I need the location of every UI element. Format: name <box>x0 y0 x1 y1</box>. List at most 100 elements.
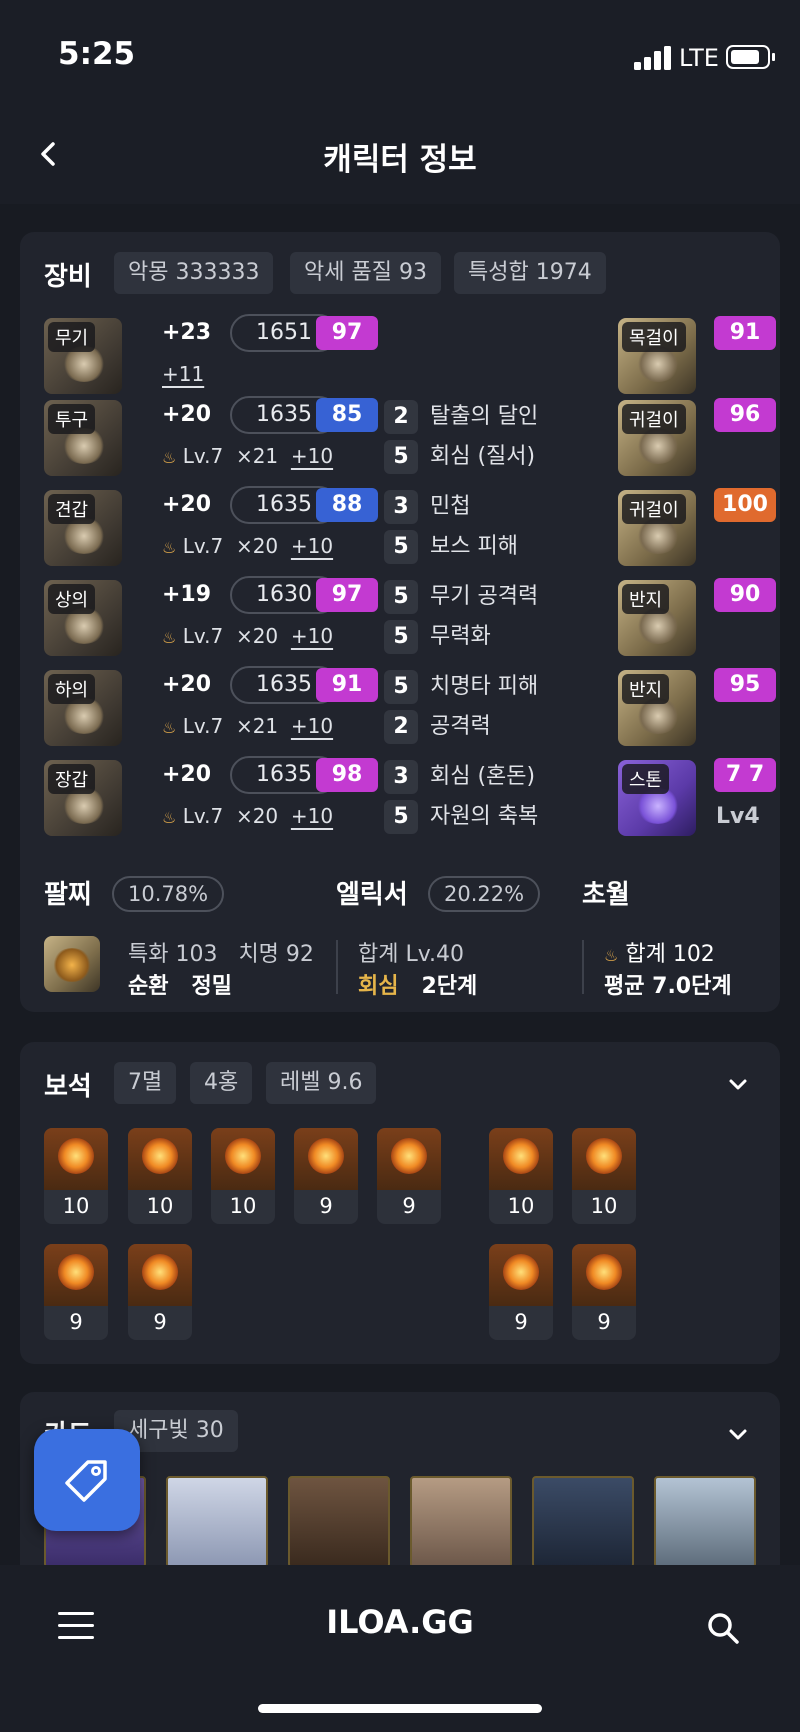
flame-icon: ♨ <box>604 946 619 965</box>
page-header: 캐릭터 정보 <box>0 104 800 204</box>
flame-icon: ♨ <box>162 628 177 647</box>
quality-badge: 91 <box>714 316 776 350</box>
gem-item[interactable]: 9 <box>489 1244 553 1340</box>
network-label: LTE <box>679 44 719 72</box>
card-image[interactable] <box>410 1476 512 1568</box>
equipment-row[interactable]: 투구 +20 1635 85 ♨ Lv.7 ×21 +10 2 탈출의 달인 5회… <box>44 396 776 478</box>
refine-level: +23 <box>162 320 212 345</box>
chest-slot[interactable]: 상의 <box>44 580 122 656</box>
tag-fab-button[interactable] <box>34 1429 140 1531</box>
chevron-down-icon[interactable] <box>726 1422 750 1446</box>
bracelet-percent: 10.78% <box>112 876 225 912</box>
quality-badge: 88 <box>316 488 378 522</box>
quality-badge: 85 <box>316 398 378 432</box>
gem-item[interactable]: 10 <box>211 1128 275 1224</box>
equipment-row[interactable]: 상의 +19 1630 97 ♨ Lv.7 ×20 +10 5 무기 공격력 5무… <box>44 576 776 658</box>
gem-item[interactable]: 10 <box>44 1128 108 1224</box>
divider <box>582 940 584 994</box>
gems-card: 보석 7멸 4홍 레벨 9.6 10 10 10 9 9 10 10 9 9 9… <box>20 1042 780 1364</box>
transcend-total: ♨ 합계 102 <box>604 942 715 967</box>
quality-badge: 7 7 <box>714 758 776 792</box>
gem-item[interactable]: 9 <box>128 1244 192 1340</box>
flame-icon: ♨ <box>162 808 177 827</box>
equipment-row[interactable]: 무기 +23 1651 97 +11 목걸이 91 <box>44 314 776 396</box>
equipment-title: 장비 <box>44 262 92 292</box>
quality-badge: 96 <box>714 398 776 432</box>
brand-logo[interactable]: ILOA.GG <box>0 1603 800 1641</box>
battery-icon <box>726 45 775 69</box>
engraving-item: 3 민첩 <box>384 488 470 524</box>
transcend-average: 평균 7.0단계 <box>604 974 732 999</box>
weapon-slot[interactable]: 무기 <box>44 318 122 394</box>
quality-badge: 95 <box>714 668 776 702</box>
bracelet-stats: 특화 103 치명 92 <box>128 942 314 967</box>
helmet-slot[interactable]: 투구 <box>44 400 122 476</box>
signal-icon <box>634 46 671 70</box>
engraving-item: 3 회심 (혼돈) <box>384 758 535 794</box>
quality-badge: 91 <box>316 668 378 702</box>
flame-icon: ♨ <box>162 448 177 467</box>
card-image[interactable] <box>654 1476 756 1568</box>
transcend-title: 초월 <box>582 880 630 910</box>
gem-item[interactable]: 9 <box>44 1244 108 1340</box>
shoulder-slot[interactable]: 견갑 <box>44 490 122 566</box>
refine-level: +20 <box>162 492 212 517</box>
engraving-item: 5 무기 공격력 <box>384 578 538 614</box>
home-indicator <box>258 1704 542 1713</box>
elixir-effect: 회심 2단계 <box>358 974 478 999</box>
gem-item[interactable]: 9 <box>377 1128 441 1224</box>
card-image[interactable] <box>532 1476 634 1568</box>
stone-level: Lv4 <box>716 804 760 829</box>
gems-chip: 7멸 <box>114 1062 177 1104</box>
search-icon[interactable] <box>706 1611 740 1645</box>
refine-level: +20 <box>162 762 212 787</box>
gem-item[interactable]: 10 <box>128 1128 192 1224</box>
equipment-card: 장비 악몽 333333 악세 품질 93 특성합 1974 무기 +23 16… <box>20 232 780 1012</box>
flame-icon: ♨ <box>162 538 177 557</box>
necklace-slot[interactable]: 목걸이 <box>618 318 696 394</box>
bracelet-slot[interactable] <box>44 936 100 992</box>
quality-badge: 97 <box>316 578 378 612</box>
engraving-item: 5 보스 피해 <box>384 528 518 564</box>
card-image[interactable] <box>288 1476 390 1568</box>
elixir-percent: 20.22% <box>428 876 541 912</box>
equipment-chip: 악세 품질 93 <box>290 252 441 294</box>
elixir-title: 엘릭서 <box>336 880 408 910</box>
earring-slot[interactable]: 귀걸이 <box>618 490 696 566</box>
gem-item[interactable]: 9 <box>294 1128 358 1224</box>
engraving-item: 5 무력화 <box>384 618 491 654</box>
set-info: ♨ Lv.7 ×21 +10 <box>162 444 334 468</box>
engraving-item: 5 회심 (질서) <box>384 438 535 474</box>
set-info: ♨ Lv.7 ×20 +10 <box>162 804 334 828</box>
card-image[interactable] <box>166 1476 268 1568</box>
chevron-down-icon[interactable] <box>726 1072 750 1096</box>
ring-slot[interactable]: 반지 <box>618 670 696 746</box>
gem-item[interactable]: 10 <box>489 1128 553 1224</box>
equipment-row[interactable]: 장갑 +20 1635 98 ♨ Lv.7 ×20 +10 3 회심 (혼돈) 5… <box>44 756 776 838</box>
gloves-slot[interactable]: 장갑 <box>44 760 122 836</box>
earring-slot[interactable]: 귀걸이 <box>618 400 696 476</box>
quality-badge: 98 <box>316 758 378 792</box>
refine-level: +20 <box>162 672 212 697</box>
refine-level: +20 <box>162 402 212 427</box>
gems-chip: 4홍 <box>190 1062 253 1104</box>
status-time: 5:25 <box>58 36 136 72</box>
page-title: 캐릭터 정보 <box>323 142 477 178</box>
equipment-row[interactable]: 견갑 +20 1635 88 ♨ Lv.7 ×20 +10 3 민첩 5 보스 피해… <box>44 486 776 568</box>
gem-item[interactable]: 9 <box>572 1244 636 1340</box>
bracelet-effects: 순환 정밀 <box>128 974 232 999</box>
engraving-item: 2 공격력 <box>384 708 491 744</box>
gem-item[interactable]: 10 <box>572 1128 636 1224</box>
refine-level: +19 <box>162 582 212 607</box>
ring-slot[interactable]: 반지 <box>618 580 696 656</box>
stone-slot[interactable]: 스톤 <box>618 760 696 836</box>
engraving-item: 5 치명타 피해 <box>384 668 538 704</box>
divider <box>336 940 338 994</box>
bracelet-title: 팔찌 <box>44 880 92 910</box>
engraving-item: 5 자원의 축복 <box>384 798 538 834</box>
quality-badge: 100 <box>714 488 776 522</box>
tag-icon <box>65 1460 107 1502</box>
set-info: ♨ Lv.7 ×20 +10 <box>162 624 334 648</box>
pants-slot[interactable]: 하의 <box>44 670 122 746</box>
equipment-row[interactable]: 하의 +20 1635 91 ♨ Lv.7 ×21 +10 5 치명타 피해 2공… <box>44 666 776 748</box>
